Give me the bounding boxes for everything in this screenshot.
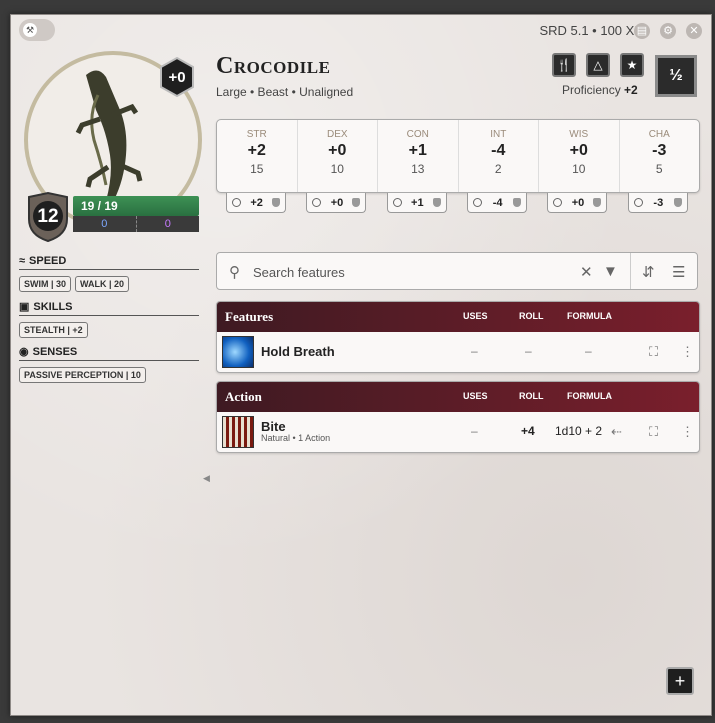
skills-label: SKILLS xyxy=(33,300,73,313)
search-bar: ⚲ ✕ ▼ ⇵ ☰ xyxy=(216,252,698,290)
item-subtitle: Natural • 1 Action xyxy=(261,433,331,443)
bite-icon xyxy=(222,416,254,448)
initiative-badge[interactable]: +0 xyxy=(159,57,195,97)
damage-formula[interactable]: 1d10 + 2 xyxy=(555,424,602,438)
hold-breath-icon xyxy=(222,336,254,368)
expand-icon[interactable]: ⛶ xyxy=(649,424,658,440)
item-name[interactable]: Hold Breath xyxy=(261,344,335,359)
search-icon: ⚲ xyxy=(229,264,240,281)
ability-scores: STR +2 15 DEX +0 10 CON +1 13 INT -4 2 WIS +0 10 C… xyxy=(216,119,700,193)
camp-button[interactable]: △ xyxy=(586,53,610,77)
senses-section: ◉ SENSES PASSIVE PERCEPTION | 10 xyxy=(19,345,199,383)
character-sheet: ⚒ SRD 5.1 • 100 XP ▤ ⚙ ✕ +0 12 19 / 19 0… xyxy=(10,14,712,716)
attack-roll[interactable]: +4 xyxy=(521,424,535,438)
skill-stealth[interactable]: STEALTH | +2 xyxy=(19,322,88,338)
actions-panel: Action USES ROLL FORMULA Bite Natural • … xyxy=(216,381,700,453)
filter-icon[interactable]: ▼ xyxy=(603,263,618,280)
ability-str[interactable]: STR +2 15 xyxy=(217,120,297,192)
actions-title: Action xyxy=(225,389,262,404)
actor-name[interactable]: Crocodile xyxy=(216,53,330,80)
saving-throws: +2 +0 +1 -4 +0 -3 xyxy=(216,193,698,213)
ability-con[interactable]: CON +1 13 xyxy=(377,120,458,192)
save-cha[interactable]: -3 xyxy=(627,193,688,213)
wrench-icon: ⚒ xyxy=(23,23,37,37)
speed-walk[interactable]: WALK | 20 xyxy=(75,276,130,292)
save-int[interactable]: -4 xyxy=(467,193,528,213)
speed-section: ≈ SPEED SWIM | 30 WALK | 20 xyxy=(19,255,199,292)
shield-icon xyxy=(432,198,441,207)
save-str[interactable]: +2 xyxy=(226,193,287,213)
challenge-rating[interactable]: ½ xyxy=(655,55,697,97)
speed-swim[interactable]: SWIM | 30 xyxy=(19,276,72,292)
temp-hp[interactable]: 0 xyxy=(73,216,136,232)
add-item-button[interactable]: + xyxy=(666,667,694,695)
shield-icon xyxy=(272,198,281,207)
features-panel: Features USES ROLL FORMULA Hold Breath –… xyxy=(216,301,700,373)
list-item[interactable]: Hold Breath – – – ⛶ ⋮ xyxy=(217,332,699,372)
actor-details: Large • Beast • Unaligned xyxy=(216,85,354,99)
proficiency-value: +2 xyxy=(624,83,638,97)
shield-icon xyxy=(352,198,361,207)
journal-icon[interactable]: ▤ xyxy=(634,23,650,39)
more-icon[interactable]: ⋮ xyxy=(681,424,694,440)
ability-cha[interactable]: CHA -3 5 xyxy=(618,120,700,192)
favorite-button[interactable]: ★ xyxy=(620,53,644,77)
shield-icon xyxy=(673,198,682,207)
search-input[interactable] xyxy=(251,261,575,283)
sort-icon[interactable]: ⇵ xyxy=(642,263,655,281)
sense-passive-perception[interactable]: PASSIVE PERCEPTION | 10 xyxy=(19,367,146,383)
armor-class[interactable]: 12 xyxy=(25,191,71,243)
temp-max-hp[interactable]: 0 xyxy=(135,216,200,232)
gear-icon[interactable]: ⚙ xyxy=(660,23,676,39)
source-xp: SRD 5.1 • 100 XP xyxy=(539,23,643,38)
hp-value: 19 / 19 xyxy=(73,196,199,216)
sidebar-collapse-icon[interactable]: ◀ xyxy=(203,473,210,484)
skills-section: ▣ SKILLS STEALTH | +2 xyxy=(19,300,199,338)
initiative-value: +0 xyxy=(168,69,186,86)
list-item[interactable]: Bite Natural • 1 Action – +4 1d10 + 2 ⇠ … xyxy=(217,412,699,452)
edit-mode-toggle[interactable]: ⚒ xyxy=(19,19,55,41)
rest-meal-button[interactable]: 🍴 xyxy=(552,53,576,77)
shield-icon xyxy=(593,198,602,207)
ability-dex[interactable]: DEX +0 10 xyxy=(296,120,378,192)
save-dex[interactable]: +0 xyxy=(306,193,367,213)
senses-label: SENSES xyxy=(32,345,78,358)
eye-icon: ◉ xyxy=(19,346,29,358)
proficiency: Proficiency +2 xyxy=(562,83,638,97)
expand-icon[interactable]: ⛶ xyxy=(649,344,658,360)
close-icon[interactable]: ✕ xyxy=(686,23,702,39)
speed-icon: ≈ xyxy=(19,255,26,267)
save-con[interactable]: +1 xyxy=(386,193,447,213)
features-title: Features xyxy=(225,309,274,324)
clear-icon[interactable]: ✕ xyxy=(580,263,593,281)
item-name[interactable]: Bite xyxy=(261,419,286,434)
shield-icon xyxy=(513,198,522,207)
layers-icon[interactable]: ☰ xyxy=(672,263,685,281)
ability-wis[interactable]: WIS +0 10 xyxy=(538,120,619,192)
ability-int[interactable]: INT -4 2 xyxy=(457,120,539,192)
speed-label: SPEED xyxy=(29,255,67,267)
piercing-icon: ⇠ xyxy=(611,424,622,439)
save-wis[interactable]: +0 xyxy=(547,193,608,213)
skills-icon: ▣ xyxy=(19,301,30,313)
more-icon[interactable]: ⋮ xyxy=(681,344,694,360)
ac-value: 12 xyxy=(37,206,59,227)
hit-points[interactable]: 19 / 19 0 0 xyxy=(73,196,199,234)
